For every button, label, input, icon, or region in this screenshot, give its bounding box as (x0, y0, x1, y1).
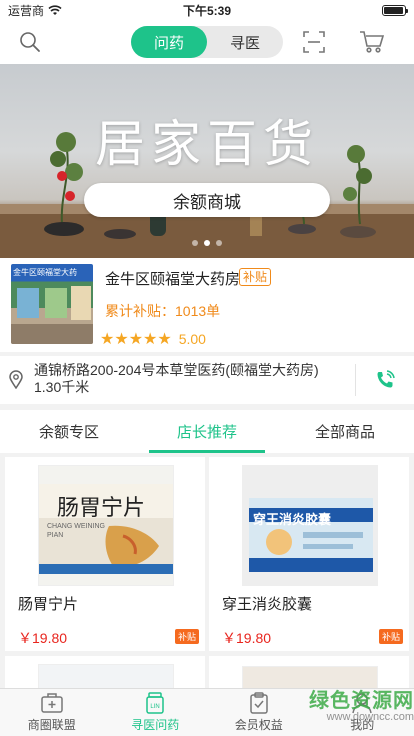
balance-mall-button[interactable]: 余额商城 (84, 183, 330, 217)
battery-icon (382, 4, 408, 16)
tab-all-products[interactable]: 全部商品 (276, 410, 414, 453)
user-icon (352, 693, 372, 714)
store-photo-detail (11, 286, 93, 344)
nav-label: 寻医问药 (131, 718, 180, 732)
top-header: 问药 寻医 (0, 20, 414, 64)
store-photo: 金牛区颐福堂大药 (11, 264, 93, 344)
subsidy-tag: 补贴 (174, 629, 199, 644)
carousel-dot[interactable] (192, 240, 198, 246)
nav-member-benefits[interactable]: 会员权益 (207, 689, 311, 736)
product-card[interactable]: 穿王消炎胶囊 穿王消炎胶囊 ￥19.80 补贴 (209, 457, 409, 651)
box-title: 肠胃宁片 (57, 496, 146, 521)
star-icon: ★ (157, 331, 172, 348)
distance: 1.30千米 (34, 379, 90, 395)
nav-business-alliance[interactable]: 商圈联盟 (0, 689, 104, 736)
tab-find-doctor[interactable]: 寻医 (207, 26, 283, 58)
banner-title: 居家百货 (95, 115, 319, 173)
nav-label: 会员权益 (234, 718, 283, 732)
carrier-label: 运营商 (8, 3, 45, 18)
product-image: 穿王消炎胶囊 (242, 465, 378, 586)
location-pin-icon (9, 370, 23, 389)
product-price: ￥19.80 (18, 630, 68, 646)
product-image: 肠胃宁片 CHANG WEINING PIAN (38, 465, 174, 586)
tab-ask-medicine[interactable]: 问药 (131, 26, 207, 58)
status-right (266, 4, 408, 16)
nav-label: 我的 (350, 718, 375, 732)
store-card[interactable]: 金牛区颐福堂大药 金牛区颐福堂大药房 补贴 累计补贴：1013单 ★★★★★ 5… (0, 258, 414, 352)
star-icons: ★★★★★ (100, 329, 172, 349)
rating-value: 5.00 (178, 331, 206, 347)
wifi-icon (48, 4, 62, 15)
nav-mine[interactable]: 我的 (311, 689, 414, 736)
medicine-bottle-icon: LIN (146, 692, 164, 714)
nav-find-doctor[interactable]: LIN 寻医问药 (104, 689, 208, 736)
mode-switch: 问药 寻医 (131, 26, 283, 58)
scan-icon[interactable] (300, 28, 328, 56)
nav-label: 商圈联盟 (27, 718, 76, 732)
product-card[interactable]: 肠胃宁片 CHANG WEINING PIAN 肠胃宁片 ￥19.80 补贴 (5, 457, 205, 651)
status-bar: 运营商 下午5:39 (0, 0, 414, 20)
subsidy-tag: 补贴 (378, 629, 403, 644)
star-icon: ★ (114, 331, 129, 348)
product-name: 肠胃宁片 (18, 596, 79, 613)
address-text: 通锦桥路200-204号本草堂医药(颐福堂大药房) 1.30千米 (34, 362, 354, 396)
subsidy-badge: 补贴 (239, 268, 272, 286)
medical-kit-icon (41, 693, 63, 713)
phone-icon[interactable] (375, 370, 395, 390)
bottom-nav: 商圈联盟 LIN 寻医问药 会员权益 我的 (0, 688, 414, 736)
store-name: 金牛区颐福堂大药房 (105, 271, 241, 288)
star-icon: ★ (128, 331, 144, 348)
svg-text:LIN: LIN (151, 704, 160, 710)
star-icon: ★ (100, 331, 115, 348)
address-row[interactable]: 通锦桥路200-204号本草堂医药(颐福堂大药房) 1.30千米 (0, 356, 414, 404)
cart-icon[interactable] (358, 28, 386, 56)
battery-level (384, 6, 403, 14)
address-line: 通锦桥路200-204号本草堂医药(颐福堂大药房) (34, 362, 319, 378)
product-tabs: 余额专区 店长推荐 全部商品 (0, 410, 414, 453)
tab-balance-zone[interactable]: 余额专区 (0, 410, 138, 453)
product-name: 穿王消炎胶囊 (222, 596, 313, 613)
status-time: 下午5:39 (182, 3, 232, 18)
carousel-dot[interactable] (204, 240, 210, 246)
app-screen: 运营商 下午5:39 问药 寻医 居家百货 余额商城 金牛区颐福堂大药 金牛区颐… (0, 0, 414, 736)
tab-manager-picks[interactable]: 店长推荐 (138, 410, 276, 453)
carousel-dots (0, 240, 414, 246)
product-price: ￥19.80 (222, 630, 272, 646)
star-icon: ★ (143, 331, 158, 348)
status-left: 运营商 (8, 2, 148, 19)
promo-banner[interactable]: 居家百货 余额商城 (0, 64, 414, 258)
search-icon[interactable] (16, 28, 44, 56)
subsidy-count: 累计补贴：1013单 (105, 303, 221, 319)
divider (355, 364, 356, 396)
carousel-dot[interactable] (216, 240, 222, 246)
box-subtitle: CHANG WEINING PIAN (47, 523, 105, 539)
clipboard-check-icon (250, 692, 268, 714)
rating-stars: ★★★★★ 5.00 (100, 329, 206, 349)
box-title: 穿王消炎胶囊 (253, 512, 332, 527)
